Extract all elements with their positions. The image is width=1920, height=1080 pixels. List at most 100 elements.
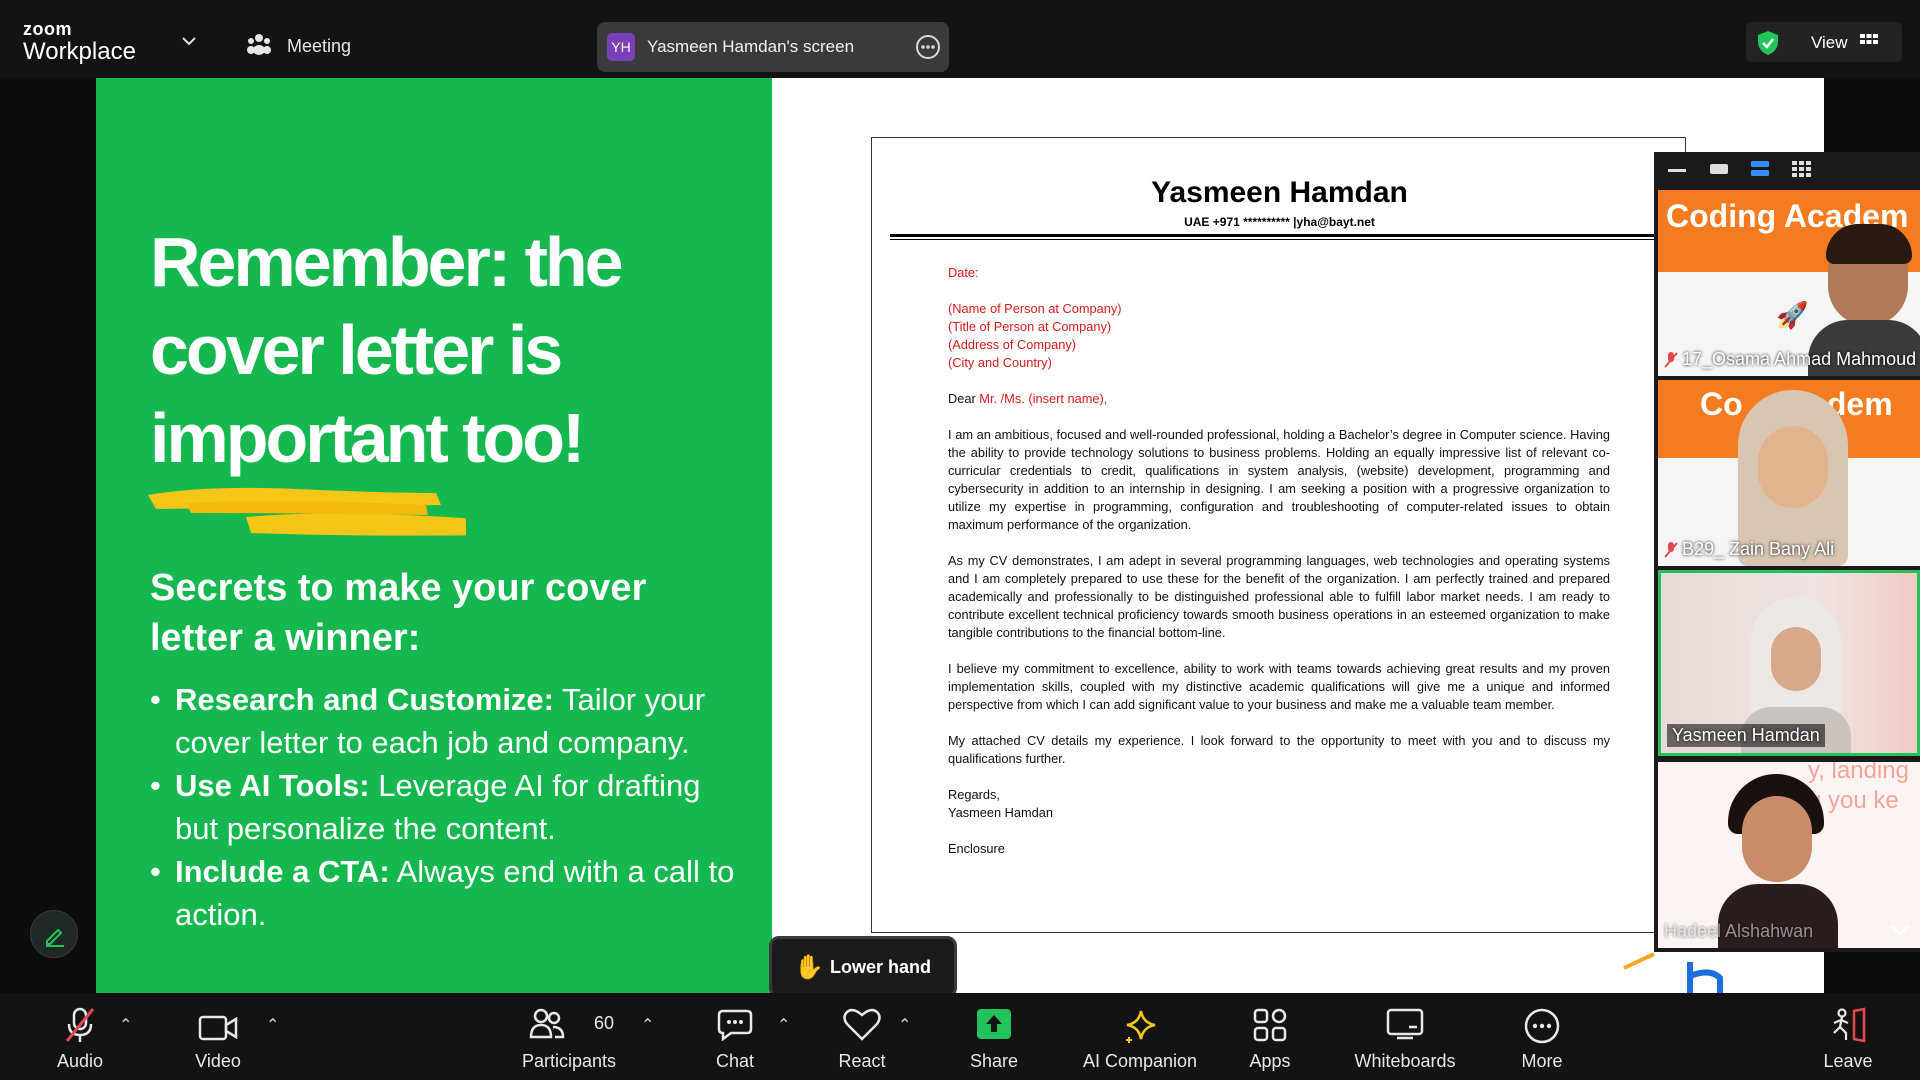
slide-left-panel: Remember: the cover letter is important …: [96, 78, 772, 993]
annotate-button[interactable]: [30, 910, 78, 958]
document-contact: UAE +971 ********** |yha@bayt.net: [1184, 215, 1375, 229]
view-label: View: [1811, 33, 1848, 52]
view-button[interactable]: View: [1746, 22, 1902, 62]
raised-hand-icon: ✋: [794, 954, 824, 981]
slide-logo-fragment: [1623, 952, 1723, 993]
rocket-icon: 🚀: [1776, 300, 1809, 330]
participant-tile[interactable]: y, landing g you ke Hadeel Alshahwan: [1658, 762, 1920, 948]
ai-companion-label: AI Companion: [1082, 1051, 1198, 1071]
divider: [890, 234, 1670, 237]
enclosure: Enclosure: [948, 841, 1005, 856]
cover-letter-document: Yasmeen Hamdan UAE +971 ********** |yha@…: [871, 137, 1686, 933]
participant-name: Hadeel Alshahwan: [1664, 921, 1814, 941]
grid-icon: [1860, 34, 1878, 44]
leave-button[interactable]: Leave: [1808, 993, 1888, 1080]
letter-paragraph: My attached CV details my experience. I …: [948, 733, 1610, 766]
closing: Regards, Yasmeen Hamdan: [948, 787, 1054, 820]
share-label: Yasmeen Hamdan's screen: [647, 37, 855, 56]
participant-name: 17_Osama Ahmad Mahmoud: [1664, 349, 1916, 370]
divider: [890, 239, 1670, 240]
audio-options-caret[interactable]: ⌃: [119, 1015, 132, 1035]
participants-icon: [529, 1008, 565, 1039]
slide-headline: Remember: the cover letter is important …: [150, 218, 750, 482]
participant-video-strip: Coding Academ 🚀 17_Osama Ahmad Mahmoud C…: [1654, 152, 1920, 952]
letter-paragraph: I believe my commitment to excellence, a…: [948, 661, 1610, 712]
chat-options-caret[interactable]: ⌃: [777, 1015, 790, 1035]
bullet-item: Research and Customize: Tailor your cove…: [150, 678, 740, 764]
video-camera-icon: [198, 1015, 238, 1041]
whiteboards-label: Whiteboards: [1354, 1051, 1456, 1071]
minimize-icon[interactable]: [1668, 166, 1686, 174]
ai-companion-button[interactable]: AI Companion: [1075, 993, 1205, 1080]
muted-mic-icon: [1664, 542, 1678, 558]
audio-label: Audio: [56, 1051, 104, 1071]
letter-paragraph: I am an ambitious, focused and well-roun…: [948, 427, 1610, 532]
lower-hand-label: Lower hand: [830, 957, 932, 977]
single-view-icon[interactable]: [1710, 162, 1728, 176]
headline-line: important too!: [150, 399, 585, 477]
more-options-icon[interactable]: [915, 34, 941, 60]
apps-icon: [1253, 1008, 1287, 1042]
react-label: React: [838, 1051, 886, 1071]
share-label: Share: [969, 1051, 1019, 1071]
participant-tile[interactable]: Co Academ B29_ Zain Bany Ali: [1658, 380, 1920, 566]
muted-mic-icon: [1664, 352, 1678, 368]
share-screen-icon: [977, 1009, 1011, 1039]
logo-small-text: zoom: [23, 19, 72, 39]
chevron-down-icon[interactable]: [180, 32, 198, 50]
headline-line: Remember: the: [150, 223, 624, 301]
react-button[interactable]: React: [822, 993, 902, 1080]
slide-bullet-list: Research and Customize: Tailor your cove…: [150, 678, 740, 936]
share-button[interactable]: Share: [954, 993, 1034, 1080]
bullet-item: Use AI Tools: Leverage AI for drafting b…: [150, 764, 740, 850]
meeting-icon[interactable]: [246, 32, 272, 56]
participants-label: Participants: [521, 1051, 617, 1071]
video-options-caret[interactable]: ⌃: [266, 1015, 279, 1035]
presenter-avatar: YH: [607, 33, 635, 61]
participants-options-caret[interactable]: ⌃: [641, 1015, 654, 1035]
react-options-caret[interactable]: ⌃: [898, 1015, 911, 1035]
document-name: Yasmeen Hamdan: [1151, 176, 1408, 209]
share-indicator[interactable]: YH Yasmeen Hamdan's screen: [597, 22, 949, 72]
security-shield-icon: [1758, 31, 1778, 55]
apps-label: Apps: [1249, 1051, 1291, 1071]
slide-subhead: Secrets to make your cover letter a winn…: [150, 567, 647, 659]
more-icon: [1524, 1008, 1560, 1044]
logo-big-text: Workplace: [23, 38, 136, 65]
top-bar: zoom Workplace Meeting YH Yasmeen Hamdan…: [0, 0, 1920, 78]
chevron-down-icon[interactable]: [1890, 924, 1910, 936]
lower-hand-button[interactable]: ✋ Lower hand: [769, 936, 957, 998]
letter-paragraph: As my CV demonstrates, I am adept in sev…: [948, 553, 1610, 640]
participant-name: B29_ Zain Bany Ali: [1664, 539, 1834, 560]
pen-icon: [46, 928, 64, 947]
document-body: Date: (Name of Person at Company) (Title…: [948, 264, 1610, 858]
strip-view-icon[interactable]: [1751, 161, 1769, 177]
date-label: Date:: [948, 265, 979, 280]
whiteboards-button[interactable]: Whiteboards: [1345, 993, 1465, 1080]
meeting-toolbar: Audio ⌃ Video ⌃ 60 Participants ⌃ Chat ⌃…: [0, 993, 1920, 1080]
salutation: Dear Mr. /Ms. (insert name),: [948, 391, 1108, 406]
bullet-item: Include a CTA: Always end with a call to…: [150, 850, 740, 936]
audio-button[interactable]: Audio: [40, 993, 120, 1080]
video-label: Video: [195, 1051, 241, 1071]
sparkle-icon: [1126, 1010, 1156, 1043]
leave-label: Leave: [1823, 1051, 1873, 1071]
apps-button[interactable]: Apps: [1230, 993, 1310, 1080]
highlight-brush-stroke: [148, 487, 466, 536]
headline-line: cover letter is: [150, 311, 563, 389]
participant-name: Yasmeen Hamdan: [1667, 724, 1825, 747]
more-button[interactable]: More: [1502, 993, 1582, 1080]
video-button[interactable]: Video: [178, 993, 258, 1080]
whiteboard-icon: [1386, 1008, 1424, 1040]
meeting-menu[interactable]: Meeting: [287, 36, 351, 57]
chat-button[interactable]: Chat: [695, 993, 775, 1080]
participants-button[interactable]: 60 Participants: [514, 993, 624, 1080]
heart-icon: [843, 1008, 881, 1041]
gallery-view-icon[interactable]: [1792, 161, 1812, 179]
leave-door-icon: [1833, 1007, 1866, 1043]
recipient-block: (Name of Person at Company) (Title of Pe…: [948, 301, 1122, 370]
participant-tile[interactable]: Coding Academ 🚀 17_Osama Ahmad Mahmoud: [1658, 190, 1920, 376]
chat-icon: [717, 1009, 753, 1041]
participant-tile-active[interactable]: Yasmeen Hamdan: [1658, 570, 1920, 756]
zoom-window: zoom Workplace Meeting YH Yasmeen Hamdan…: [0, 0, 1920, 1080]
